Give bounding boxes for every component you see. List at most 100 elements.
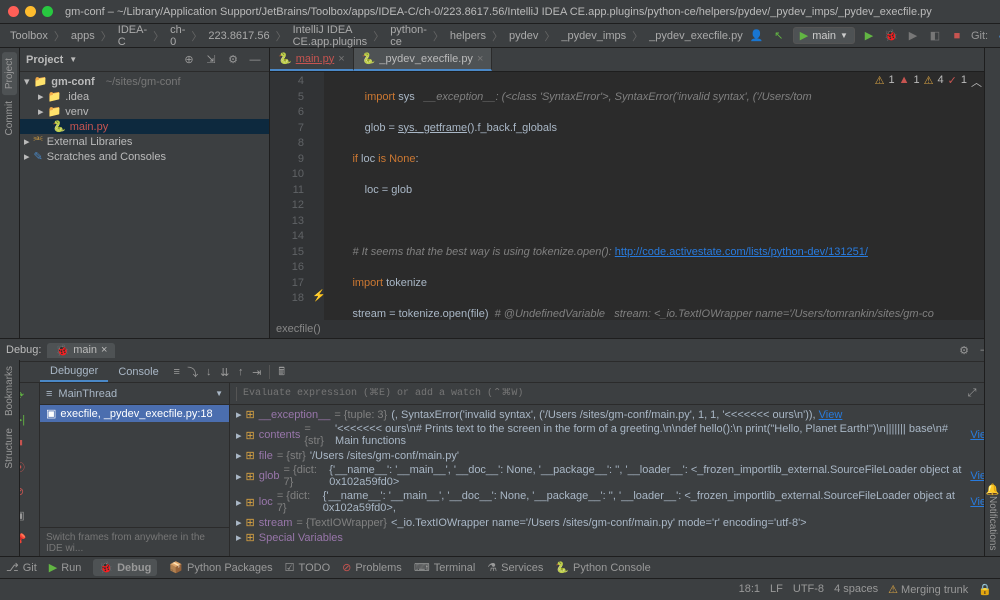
- line-ending[interactable]: LF: [770, 583, 783, 596]
- panel-title: Project: [26, 54, 63, 66]
- window-title: gm-conf – ~/Library/Application Support/…: [65, 6, 932, 18]
- run-icon[interactable]: ▶: [861, 28, 877, 44]
- minimize-icon[interactable]: [25, 6, 36, 17]
- tab-main[interactable]: 🐍main.py×: [270, 48, 354, 71]
- expand-icon[interactable]: ⤢: [964, 386, 980, 402]
- navigation-bar: Toolbox〉 apps〉 IDEA-C〉 ch-0〉 223.8617.56…: [0, 24, 1000, 48]
- step-out-icon[interactable]: ↑: [233, 364, 249, 380]
- tree-item[interactable]: ▸📁venv: [20, 104, 269, 119]
- close-icon[interactable]: ×: [477, 53, 483, 65]
- tool-todo[interactable]: ☑TODO: [285, 561, 330, 574]
- breadcrumb[interactable]: IntelliJ IDEA CE.app.plugins: [289, 24, 372, 48]
- tool-packages[interactable]: 📦Python Packages: [169, 561, 272, 574]
- status-bar: 18:1 LF UTF-8 4 spaces ⚠ Merging trunk 🔒: [0, 578, 1000, 600]
- tool-git[interactable]: ⎇Git: [6, 561, 37, 574]
- collapse-icon[interactable]: ⇲: [203, 52, 219, 68]
- back-icon[interactable]: ↖: [771, 28, 787, 44]
- profile-icon[interactable]: ◧: [927, 28, 943, 44]
- variable-row[interactable]: ▸⊞ glob = {dict: 7} {'__name__': '__main…: [230, 463, 1000, 489]
- breadcrumb[interactable]: apps: [67, 30, 99, 42]
- variable-row[interactable]: ▸⊞ Special Variables: [230, 530, 1000, 545]
- stop-icon[interactable]: ■: [949, 28, 965, 44]
- tree-item[interactable]: ▸✎Scratches and Consoles: [20, 149, 269, 164]
- tree-item[interactable]: ▸⎃External Libraries: [20, 134, 269, 149]
- tool-console[interactable]: 🐍Python Console: [555, 561, 650, 574]
- breadcrumb[interactable]: _pydev_execfile.py: [645, 30, 747, 42]
- breadcrumb[interactable]: 223.8617.56: [204, 30, 273, 42]
- variable-row[interactable]: ▸⊞ contents = {str} '<<<<<<< ours\n# Pri…: [230, 422, 1000, 448]
- inspections-widget[interactable]: ⚠1 ▲1 ⚠4 ✓1 ︿ ﹀: [875, 74, 996, 90]
- tab-project[interactable]: Project: [2, 52, 17, 95]
- variable-row[interactable]: ▸⊞ stream = {TextIOWrapper} <_io.TextIOW…: [230, 515, 1000, 530]
- git-update-icon[interactable]: ✓: [994, 28, 1000, 44]
- editor-breadcrumb[interactable]: execfile(): [270, 320, 1000, 338]
- editor: 🐍main.py× 🐍_pydev_execfile.py× 456789101…: [270, 48, 1000, 338]
- tool-terminal[interactable]: ⌨Terminal: [414, 561, 475, 574]
- tab-notifications[interactable]: Notifications: [987, 496, 998, 550]
- git-label: Git:: [971, 30, 988, 42]
- breadcrumb[interactable]: helpers: [446, 30, 490, 42]
- breadcrumb[interactable]: IDEA-C: [114, 24, 151, 48]
- run-config-label: main: [812, 30, 836, 42]
- step-into-my-icon[interactable]: ⇊: [217, 364, 233, 380]
- console-tab[interactable]: Console: [108, 366, 168, 378]
- breadcrumb[interactable]: _pydev_imps: [557, 30, 630, 42]
- step-over-icon[interactable]: ⤵: [185, 364, 201, 380]
- variable-row[interactable]: ▸⊞ loc = {dict: 7} {'__name__': '__main_…: [230, 489, 1000, 515]
- lock-icon[interactable]: 🔒: [978, 583, 992, 596]
- debug-tab[interactable]: 🐞main×: [47, 343, 115, 358]
- encoding[interactable]: UTF-8: [793, 583, 824, 596]
- breadcrumb[interactable]: python-ce: [386, 24, 431, 48]
- left-tool-strip: Project Commit: [0, 48, 20, 338]
- code-content[interactable]: import sys __exception__: (<class 'Synta…: [324, 72, 1000, 320]
- maximize-icon[interactable]: [42, 6, 53, 17]
- view-link[interactable]: View: [819, 409, 843, 421]
- target-icon[interactable]: ⊕: [181, 52, 197, 68]
- tool-debug[interactable]: 🐞Debug: [93, 559, 157, 576]
- debug-icon[interactable]: 🐞: [883, 28, 899, 44]
- gear-icon[interactable]: ⚙: [225, 52, 241, 68]
- variable-row[interactable]: ▸⊞ file = {str} '/Users /sites/gm-conf/m…: [230, 448, 1000, 463]
- tree-item-selected[interactable]: 🐍main.py: [20, 119, 269, 134]
- stack-frame[interactable]: ▣execfile, _pydev_execfile.py:18: [40, 405, 229, 422]
- tool-services[interactable]: ⚗Services: [487, 561, 543, 574]
- breadcrumb[interactable]: Toolbox: [6, 30, 52, 42]
- breadcrumb[interactable]: pydev: [505, 30, 542, 42]
- code-area[interactable]: 456789101112131415161718 ⚡ import sys __…: [270, 72, 1000, 320]
- debug-panel: Debug: 🐞main× ⚙ — Debugger Console ≡ ⤵ ↓…: [0, 338, 1000, 558]
- run-to-cursor-icon[interactable]: ⇥: [249, 364, 265, 380]
- run-config-selector[interactable]: ▶main▼: [793, 27, 855, 44]
- step-into-icon[interactable]: ↓: [201, 364, 217, 380]
- coverage-icon[interactable]: ▶: [905, 28, 921, 44]
- close-icon[interactable]: ×: [101, 344, 107, 356]
- thread-icon[interactable]: ≡: [169, 364, 185, 380]
- debugger-tab[interactable]: Debugger: [40, 362, 108, 382]
- evaluate-input[interactable]: [243, 388, 958, 399]
- thread-selector[interactable]: MainThread: [58, 388, 209, 400]
- tree-root[interactable]: ▾📁gm-conf ~/sites/gm-conf: [20, 74, 269, 89]
- titlebar: gm-conf – ~/Library/Application Support/…: [0, 0, 1000, 24]
- breakpoint-gutter[interactable]: ⚡: [310, 72, 324, 320]
- window-controls: [8, 6, 53, 17]
- thread-icon: ≡: [46, 388, 52, 400]
- user-icon[interactable]: 👤: [749, 28, 765, 44]
- indent[interactable]: 4 spaces: [834, 583, 878, 596]
- tab-commit[interactable]: Commit: [2, 95, 17, 141]
- close-icon[interactable]: [8, 6, 19, 17]
- cursor-position[interactable]: 18:1: [739, 583, 760, 596]
- breadcrumb[interactable]: ch-0: [166, 24, 189, 48]
- tool-run[interactable]: ▶Run: [49, 561, 82, 574]
- gear-icon[interactable]: ⚙: [956, 342, 972, 358]
- tab-execfile[interactable]: 🐍_pydev_execfile.py×: [354, 48, 493, 71]
- notifications-icon[interactable]: 🔔: [986, 483, 1000, 496]
- hide-icon[interactable]: —: [247, 52, 263, 68]
- tree-item[interactable]: ▸📁.idea: [20, 89, 269, 104]
- variable-row[interactable]: ▸⊞ __exception__ = {tuple: 3} (, SyntaxE…: [230, 407, 1000, 422]
- git-branch[interactable]: ⚠ Merging trunk: [888, 583, 968, 596]
- close-icon[interactable]: ×: [338, 53, 344, 65]
- tab-structure[interactable]: Structure: [2, 422, 17, 475]
- tab-bookmarks[interactable]: Bookmarks: [2, 360, 17, 422]
- tool-problems[interactable]: ⊘Problems: [342, 561, 402, 574]
- debug-label: Debug:: [6, 344, 41, 356]
- evaluate-icon[interactable]: 🖩: [274, 364, 290, 380]
